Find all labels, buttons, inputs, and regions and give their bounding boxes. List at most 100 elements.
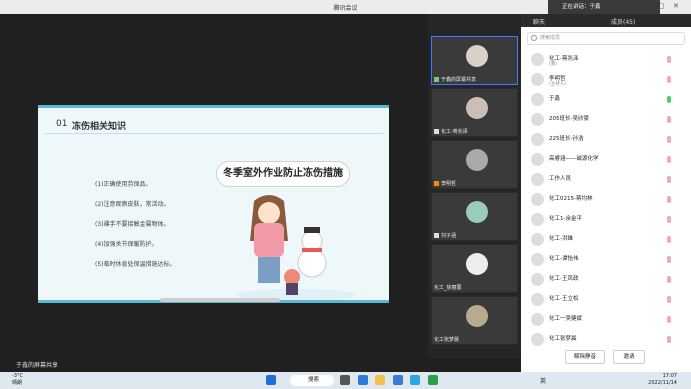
avatar bbox=[531, 313, 544, 326]
member-search-input[interactable]: 搜索成员 bbox=[527, 32, 685, 45]
list-item[interactable]: 化工一吴健斌 bbox=[521, 310, 691, 330]
taskbar-search[interactable]: 搜索 bbox=[290, 375, 334, 386]
mic-icon bbox=[434, 233, 439, 238]
mic-muted-icon bbox=[667, 316, 671, 323]
avatar bbox=[531, 173, 544, 186]
slide-title: 冬季室外作业防止冻伤措施 bbox=[216, 161, 350, 187]
member-actions: 解除静音 邀请 bbox=[521, 348, 691, 368]
close-icon[interactable]: ✕ bbox=[673, 2, 679, 10]
video-tile[interactable]: 化工-蒋兆泽 bbox=[431, 88, 518, 137]
meeting-app-icon[interactable] bbox=[410, 375, 421, 385]
mic-muted-icon bbox=[667, 276, 671, 283]
speaking-indicator: 正在讲话：于鑫 bbox=[548, 0, 660, 14]
presentation-slide: 01 冻伤相关知识 (1)正确使用劳保品。 (2)注意观察皮肤，常活动。 (3)… bbox=[38, 105, 389, 303]
share-label: 于鑫的屏幕共享 bbox=[16, 362, 59, 369]
avatar bbox=[531, 133, 544, 146]
panel-tabs: 聊天 成员(45) bbox=[521, 14, 691, 27]
slide-top-bar bbox=[38, 105, 389, 108]
list-item[interactable]: 化工张梦晨 bbox=[521, 330, 691, 350]
mic-muted-icon bbox=[667, 56, 671, 63]
slide-item: (5)临时休息处保温措施达标。 bbox=[95, 261, 176, 268]
tab-members[interactable]: 成员(45) bbox=[611, 17, 635, 26]
slide-item: (2)注意观察皮肤，常活动。 bbox=[95, 201, 170, 208]
mic-muted-icon bbox=[667, 336, 671, 343]
avatar bbox=[531, 113, 544, 126]
ime-indicator[interactable]: 英 bbox=[540, 378, 548, 385]
avatar bbox=[466, 305, 488, 327]
avatar bbox=[466, 97, 488, 119]
user-icon bbox=[434, 181, 439, 186]
list-item[interactable]: 化工-王立松 bbox=[521, 290, 691, 310]
file-explorer-icon[interactable] bbox=[375, 375, 386, 385]
edge-icon[interactable] bbox=[357, 375, 368, 385]
tile-label: 化工张梦晨 bbox=[434, 337, 460, 343]
slide-item: (4)加强关节保暖防护。 bbox=[95, 241, 158, 248]
tile-label: 化工-蒋兆泽 bbox=[434, 128, 468, 135]
invite-button[interactable]: 邀请 bbox=[613, 350, 645, 364]
tile-label: 刘子涵 bbox=[434, 232, 456, 239]
store-icon[interactable] bbox=[392, 375, 403, 385]
list-item[interactable]: 化工0215-蒋均林 bbox=[521, 190, 691, 210]
mic-muted-icon bbox=[667, 236, 671, 243]
list-item[interactable]: 化工-蒋兆泽 (我) bbox=[521, 50, 691, 70]
start-icon[interactable] bbox=[266, 375, 276, 385]
slide-divider bbox=[44, 133, 383, 134]
avatar bbox=[466, 201, 488, 223]
list-item[interactable]: 化工-王凤政 bbox=[521, 270, 691, 290]
system-tray: 英 bbox=[540, 376, 548, 385]
list-item[interactable]: 于鑫 bbox=[521, 90, 691, 110]
slide-number: 01 bbox=[56, 119, 68, 129]
mic-muted-icon bbox=[667, 296, 671, 303]
list-item[interactable]: 205班长-吴欣豪 bbox=[521, 110, 691, 130]
taskbar-apps bbox=[266, 375, 282, 387]
avatar bbox=[531, 233, 544, 246]
avatar bbox=[466, 253, 488, 275]
unmute-all-button[interactable]: 解除静音 bbox=[565, 350, 605, 364]
tab-chat[interactable]: 聊天 bbox=[533, 17, 545, 26]
search-icon bbox=[531, 35, 537, 41]
tile-label: 化工_徐丽蓉 bbox=[434, 285, 462, 291]
mic-muted-icon bbox=[667, 116, 671, 123]
list-item[interactable]: 工作人员 bbox=[521, 170, 691, 190]
avatar bbox=[466, 45, 488, 67]
mic-active-icon bbox=[667, 96, 671, 103]
winter-illustration bbox=[237, 195, 357, 301]
avatar bbox=[531, 293, 544, 306]
members-panel: 聊天 成员(45) 搜索成员 化工-蒋兆泽 (我) 李明哲 (主持人) 于鑫 205… bbox=[521, 14, 691, 372]
mic-muted-icon bbox=[667, 176, 671, 183]
avatar bbox=[531, 333, 544, 346]
video-tile[interactable]: 于鑫的屏幕共享 bbox=[431, 36, 518, 85]
list-item[interactable]: 225班长-孙浩 bbox=[521, 130, 691, 150]
list-item[interactable]: 李明哲 (主持人) bbox=[521, 70, 691, 90]
avatar bbox=[531, 153, 544, 166]
mic-muted-icon bbox=[667, 156, 671, 163]
mic-muted-icon bbox=[667, 136, 671, 143]
mic-muted-icon bbox=[667, 256, 671, 263]
avatar bbox=[466, 149, 488, 171]
video-tiles-panel: 于鑫的屏幕共享 化工-蒋兆泽 李明哲 刘子涵 化工_徐丽蓉 化工张梦晨 bbox=[428, 14, 521, 358]
windows-taskbar: -3°C 晴朗 搜索 英 17:07 2022/11/14 bbox=[0, 372, 691, 389]
presentation-scrollbar[interactable] bbox=[160, 298, 280, 302]
weather-widget[interactable]: -3°C 晴朗 bbox=[12, 373, 23, 387]
avatar bbox=[531, 73, 544, 86]
screen-share-icon bbox=[434, 77, 439, 82]
avatar bbox=[531, 193, 544, 206]
list-item[interactable]: 高睿涵——磁源化学 bbox=[521, 150, 691, 170]
slide-heading: 冻伤相关知识 bbox=[72, 122, 127, 132]
list-item[interactable]: 化工1-余金平 bbox=[521, 210, 691, 230]
shared-screen-area: 01 冻伤相关知识 (1)正确使用劳保品。 (2)注意观察皮肤，常活动。 (3)… bbox=[0, 14, 428, 358]
video-tile[interactable]: 李明哲 bbox=[431, 140, 518, 189]
list-item[interactable]: 化工-谭怡伟 bbox=[521, 250, 691, 270]
wechat-icon[interactable] bbox=[427, 375, 438, 385]
video-tile[interactable]: 化工张梦晨 bbox=[431, 296, 518, 345]
video-tile[interactable]: 刘子涵 bbox=[431, 192, 518, 241]
clock[interactable]: 17:07 2022/11/14 bbox=[644, 373, 677, 387]
avatar bbox=[531, 93, 544, 106]
mic-muted-icon bbox=[667, 216, 671, 223]
tile-label: 于鑫的屏幕共享 bbox=[434, 76, 476, 83]
video-tile[interactable]: 化工_徐丽蓉 bbox=[431, 244, 518, 293]
avatar bbox=[531, 273, 544, 286]
tile-label: 李明哲 bbox=[434, 180, 456, 187]
list-item[interactable]: 化工-洪雄 bbox=[521, 230, 691, 250]
task-view-icon[interactable] bbox=[340, 375, 350, 385]
